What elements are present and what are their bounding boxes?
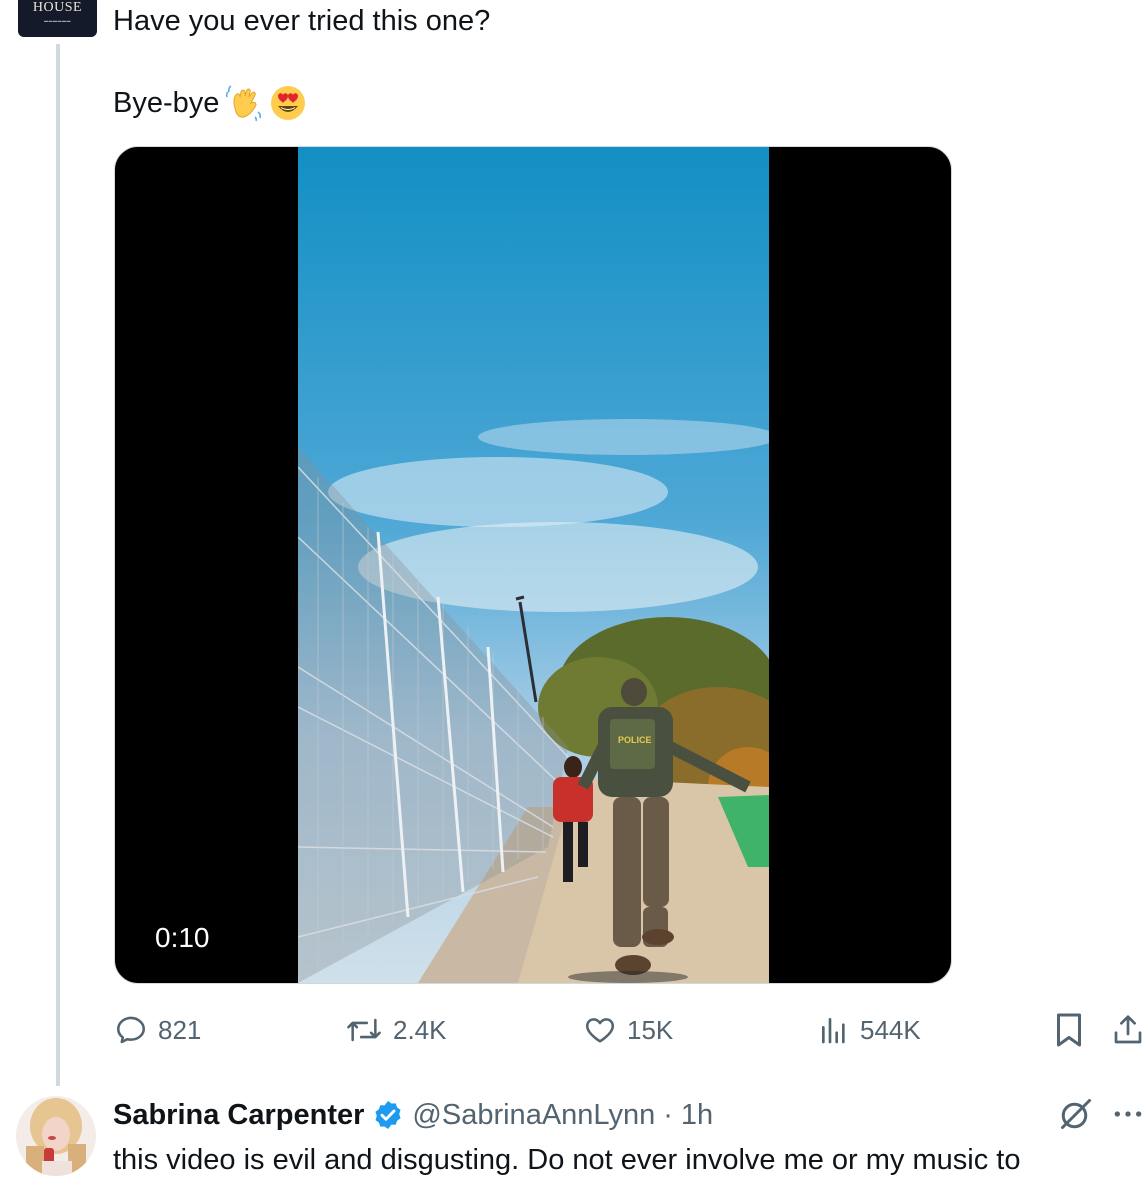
heart-icon [585,1018,615,1043]
video-player[interactable]: POLICE [114,146,952,984]
grok-button[interactable] [1058,1096,1094,1137]
vest-label: POLICE [618,735,652,745]
avatar-photo [16,1096,96,1176]
reply-text: this video is evil and disgusting. Do no… [113,1144,1021,1176]
views-chart-icon [822,1018,845,1044]
share-button[interactable] [1112,1012,1144,1053]
reply-icon [116,1016,146,1044]
account-avatar[interactable]: HOUSE ▬▬▬▬▬▬ [18,0,97,37]
grok-icon [1061,1099,1091,1129]
view-count: 544K [860,1015,921,1045]
views-button[interactable]: 544K [818,1010,921,1050]
reply-author-avatar[interactable] [16,1096,96,1176]
video-duration: 0:10 [155,922,210,953]
waving-hand-icon [226,85,262,122]
like-button[interactable]: 15K [583,1010,673,1050]
reply-author-row: Sabrina Carpenter @SabrinaAnnLynn · 1h [113,1094,713,1136]
verified-badge-icon [375,1101,401,1129]
meta-separator: · [663,1098,673,1131]
bookmark-button[interactable] [1054,1012,1084,1053]
more-options-button[interactable] [1112,1100,1144,1133]
heart-eyes-icon [271,86,306,120]
bookmark-icon [1057,1013,1081,1047]
tweet-text-bye: Bye-bye [113,87,220,119]
author-handle[interactable]: @SabrinaAnnLynn [412,1099,655,1132]
avatar-logo-text: HOUSE [32,0,83,15]
tweet-text-line-1: Have you ever tried this one? [113,5,491,37]
more-dots-icon [1114,1111,1142,1117]
author-name[interactable]: Sabrina Carpenter [113,1099,364,1132]
like-count: 15K [627,1015,674,1045]
tweet-text-line-2: Bye-bye [113,84,307,122]
share-icon [1114,1015,1142,1044]
post-timestamp[interactable]: 1h [681,1099,713,1132]
avatar-logo-sub: ▬▬▬▬▬▬ [44,18,71,23]
repost-button[interactable]: 2.4K [345,1010,447,1050]
repost-count: 2.4K [393,1015,447,1045]
reply-count: 821 [158,1015,202,1045]
video-frame: POLICE [298,147,769,983]
thread-connector-line [56,44,60,1086]
reply-button[interactable]: 821 [114,1010,201,1050]
repost-icon [347,1018,381,1042]
